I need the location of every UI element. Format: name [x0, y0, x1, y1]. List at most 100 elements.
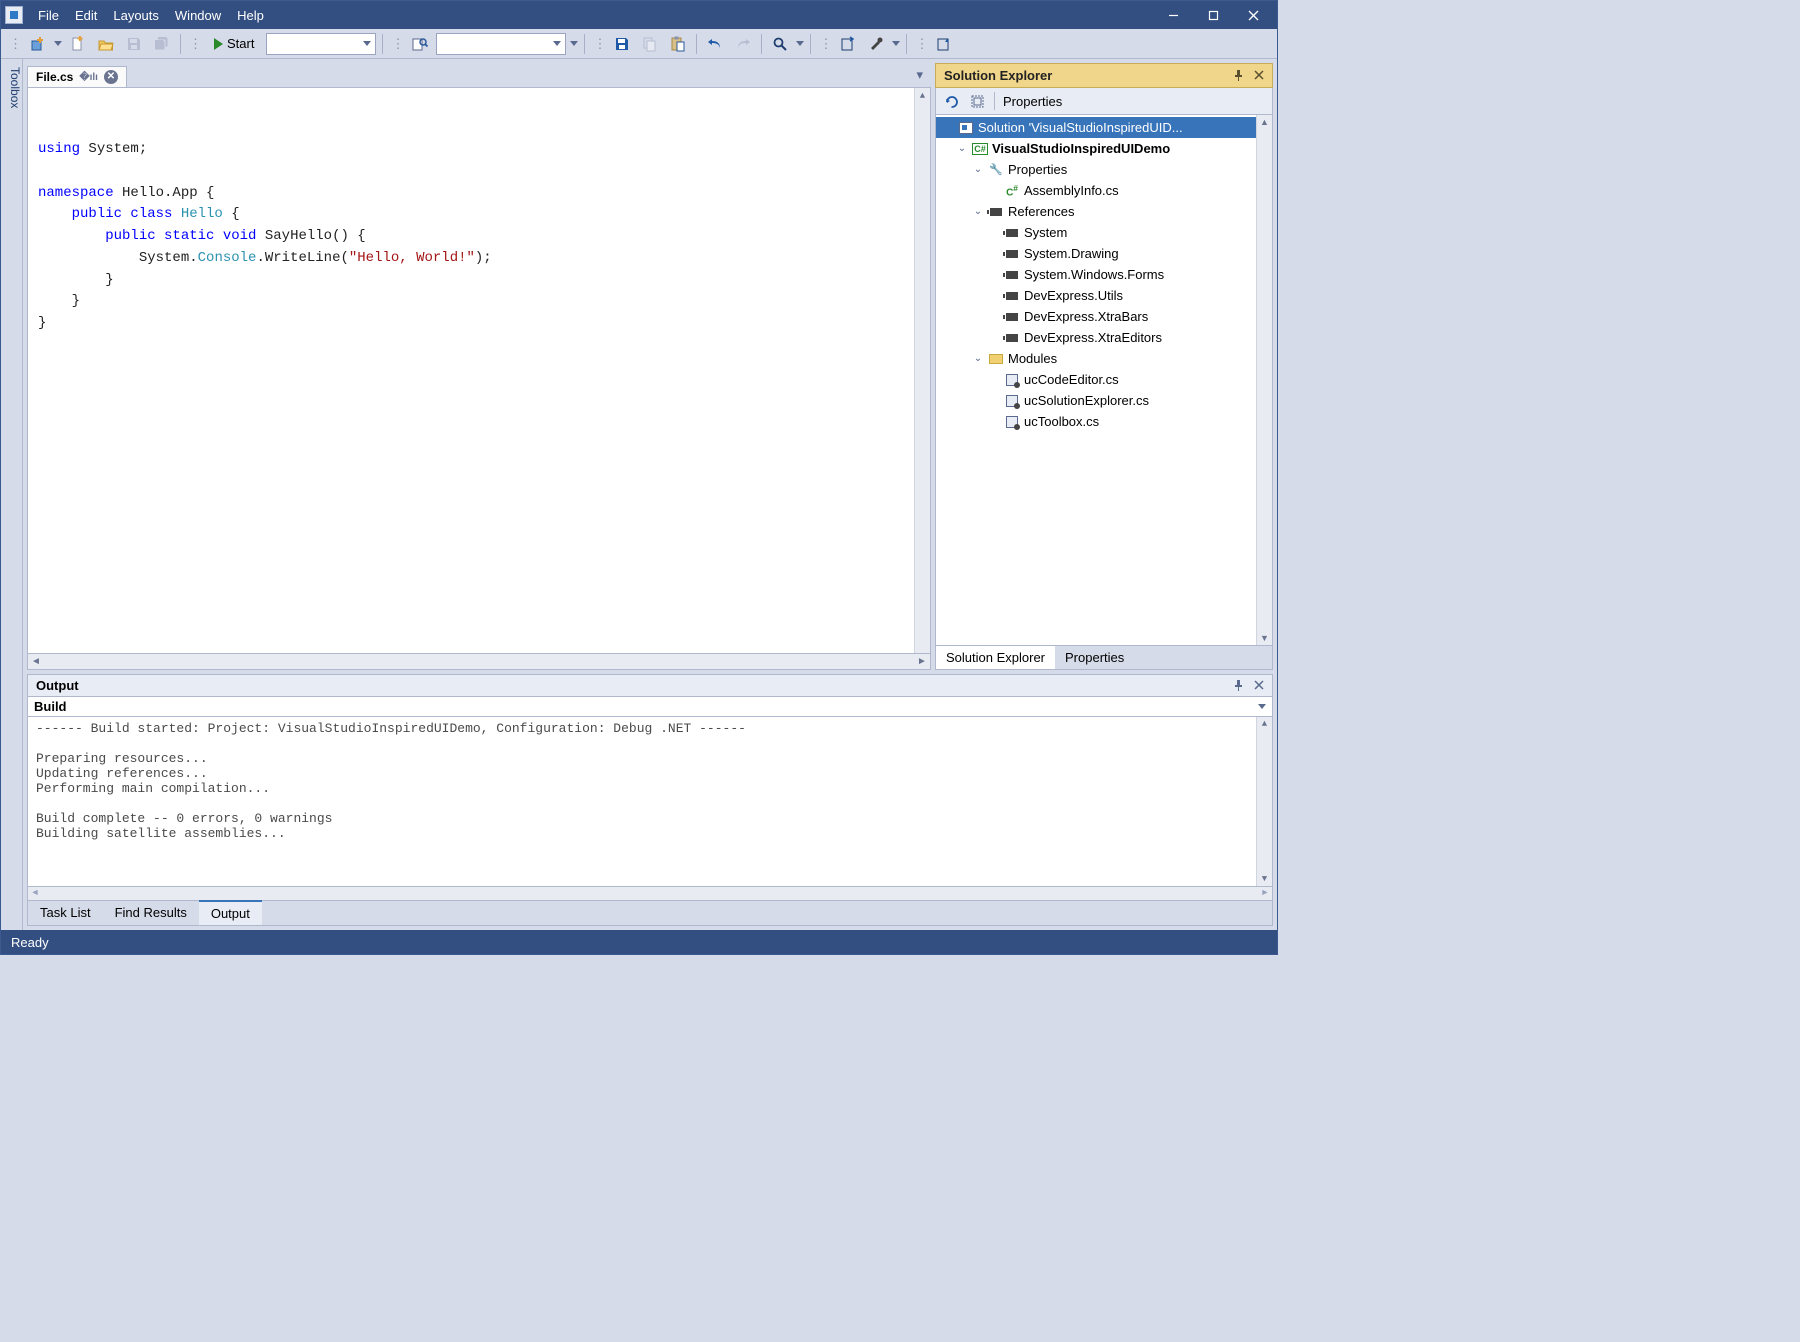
- menu-help[interactable]: Help: [230, 5, 271, 26]
- menu-file[interactable]: File: [31, 5, 66, 26]
- main-toolbar: ⋮ ⋮ Start ⋮ ⋮ ⋮ ⋮: [1, 29, 1277, 59]
- find-combo[interactable]: [436, 33, 566, 55]
- tree-row[interactable]: ⌄Modules: [936, 348, 1272, 369]
- solution-explorer-panel: Solution Explorer Properties Solution 'V…: [935, 63, 1273, 670]
- tree-row[interactable]: ⌄C#VisualStudioInspiredUIDemo: [936, 138, 1272, 159]
- tree-row[interactable]: ucToolbox.cs: [936, 411, 1272, 432]
- output-source-combo[interactable]: Build: [27, 697, 1273, 717]
- tab-task-list[interactable]: Task List: [28, 901, 103, 925]
- tree-row[interactable]: ⌄References: [936, 201, 1272, 222]
- settings-dropdown[interactable]: [892, 41, 900, 46]
- sync-button[interactable]: [836, 32, 860, 56]
- settings-button[interactable]: [864, 32, 888, 56]
- output-footer-tabs: Task List Find Results Output: [27, 901, 1273, 926]
- window-controls: [1153, 1, 1273, 29]
- tree-row[interactable]: ucCodeEditor.cs: [936, 369, 1272, 390]
- extra-button[interactable]: [932, 32, 956, 56]
- solution-explorer-title: Solution Explorer: [944, 68, 1052, 83]
- editor-horizontal-scrollbar[interactable]: ◄►: [27, 654, 931, 670]
- menu-layouts[interactable]: Layouts: [106, 5, 166, 26]
- solution-explorer-toolbar: Properties: [935, 88, 1273, 115]
- refresh-icon[interactable]: [942, 92, 960, 110]
- toolbar-grip[interactable]: ⋮: [7, 36, 22, 52]
- status-bar: Ready: [1, 930, 1277, 954]
- solution-explorer-header: Solution Explorer: [935, 63, 1273, 88]
- editor-tab[interactable]: File.cs �ılı ✕: [27, 66, 127, 87]
- copy-button[interactable]: [638, 32, 662, 56]
- app-icon: [5, 6, 23, 24]
- config-combo[interactable]: [266, 33, 376, 55]
- toolbar-separator: [180, 34, 181, 54]
- new-item-button[interactable]: [26, 32, 50, 56]
- tab-output[interactable]: Output: [199, 900, 262, 925]
- find-button[interactable]: [408, 32, 432, 56]
- solution-tree[interactable]: Solution 'VisualStudioInspiredUID...⌄C#V…: [935, 115, 1273, 646]
- paste-button[interactable]: [666, 32, 690, 56]
- save-all-button[interactable]: [150, 32, 174, 56]
- close-panel-icon[interactable]: [1254, 70, 1264, 81]
- menu-window[interactable]: Window: [168, 5, 228, 26]
- menu-edit[interactable]: Edit: [68, 5, 104, 26]
- tab-solution-explorer[interactable]: Solution Explorer: [936, 646, 1055, 669]
- toolbar-grip[interactable]: ⋮: [187, 36, 202, 52]
- toolbar-grip[interactable]: ⋮: [817, 36, 832, 52]
- toolbar-separator: [761, 34, 762, 54]
- save-button[interactable]: [122, 32, 146, 56]
- tree-row[interactable]: System: [936, 222, 1272, 243]
- close-tab-icon[interactable]: ✕: [104, 70, 118, 84]
- output-horizontal-scrollbar[interactable]: ◄►: [27, 887, 1273, 901]
- output-header: Output: [27, 674, 1273, 697]
- start-label: Start: [227, 36, 254, 51]
- tree-row[interactable]: System.Windows.Forms: [936, 264, 1272, 285]
- editor-area: File.cs �ılı ✕ ▾ using System; namespace…: [27, 63, 931, 670]
- pin-panel-icon[interactable]: [1233, 70, 1244, 81]
- save-blue-button[interactable]: [610, 32, 634, 56]
- tree-row[interactable]: DevExpress.XtraEditors: [936, 327, 1272, 348]
- tree-row[interactable]: DevExpress.XtraBars: [936, 306, 1272, 327]
- toolbar-separator: [810, 34, 811, 54]
- pin-icon[interactable]: �ılı: [79, 72, 98, 83]
- close-button[interactable]: [1233, 1, 1273, 29]
- tree-vertical-scrollbar[interactable]: ▲▼: [1256, 115, 1272, 645]
- right-panel-tabs: Solution Explorer Properties: [935, 646, 1273, 670]
- tree-row[interactable]: Solution 'VisualStudioInspiredUID...: [936, 117, 1272, 138]
- redo-button[interactable]: [731, 32, 755, 56]
- output-source-label: Build: [34, 699, 67, 714]
- toolbar-separator: [584, 34, 585, 54]
- tab-find-results[interactable]: Find Results: [103, 901, 199, 925]
- undo-button[interactable]: [703, 32, 727, 56]
- pin-panel-icon[interactable]: [1233, 680, 1244, 691]
- tree-row[interactable]: C#AssemblyInfo.cs: [936, 180, 1272, 201]
- code-editor[interactable]: using System; namespace Hello.App { publ…: [27, 87, 931, 654]
- open-button[interactable]: [94, 32, 118, 56]
- search-dropdown[interactable]: [796, 41, 804, 46]
- toolbar-separator: [696, 34, 697, 54]
- new-file-button[interactable]: [66, 32, 90, 56]
- new-item-dropdown[interactable]: [54, 41, 62, 46]
- output-text[interactable]: ------ Build started: Project: VisualStu…: [27, 717, 1273, 887]
- close-panel-icon[interactable]: [1254, 680, 1264, 691]
- collapse-icon[interactable]: [968, 92, 986, 110]
- start-button[interactable]: Start: [206, 34, 262, 53]
- toolbox-tab[interactable]: Toolbox: [1, 59, 23, 930]
- toolbar-grip[interactable]: ⋮: [389, 36, 404, 52]
- output-vertical-scrollbar[interactable]: ▲▼: [1256, 717, 1272, 886]
- play-icon: [214, 38, 223, 50]
- tree-row[interactable]: ucSolutionExplorer.cs: [936, 390, 1272, 411]
- tree-row[interactable]: System.Drawing: [936, 243, 1272, 264]
- tree-row[interactable]: ⌄🔧Properties: [936, 159, 1272, 180]
- editor-vertical-scrollbar[interactable]: ▲: [914, 88, 930, 653]
- title-bar: File Edit Layouts Window Help: [1, 1, 1277, 29]
- find-dropdown[interactable]: [570, 41, 578, 46]
- minimize-button[interactable]: [1153, 1, 1193, 29]
- tab-overflow-button[interactable]: ▾: [908, 63, 931, 87]
- properties-button[interactable]: Properties: [1003, 94, 1062, 109]
- toolbar-grip[interactable]: ⋮: [591, 36, 606, 52]
- toolbar-grip[interactable]: ⋮: [913, 36, 928, 52]
- toolbar-separator: [994, 92, 995, 110]
- tree-row[interactable]: DevExpress.Utils: [936, 285, 1272, 306]
- status-text: Ready: [11, 935, 49, 950]
- tab-properties[interactable]: Properties: [1055, 646, 1134, 669]
- maximize-button[interactable]: [1193, 1, 1233, 29]
- search-button[interactable]: [768, 32, 792, 56]
